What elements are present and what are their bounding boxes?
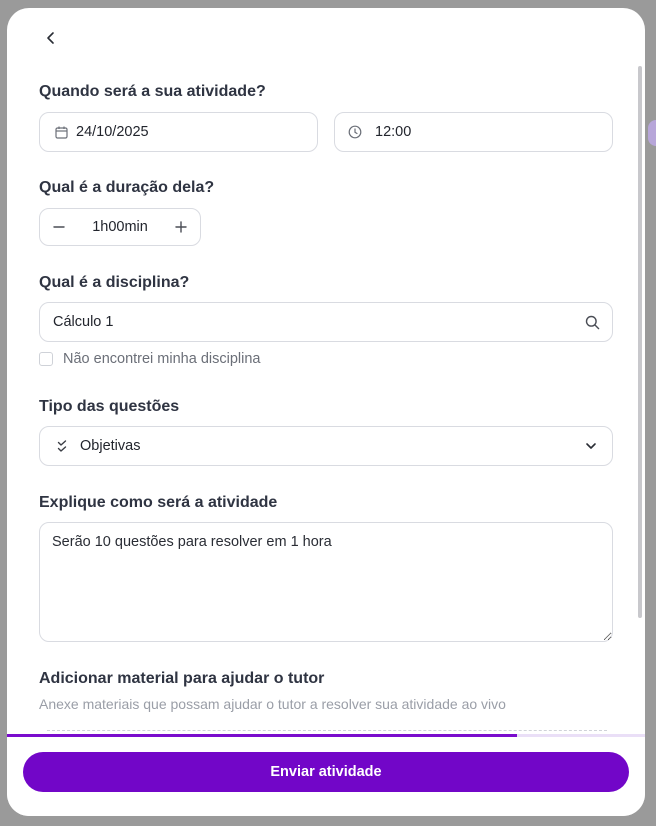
time-value: 12:00 [375, 124, 412, 140]
material-subtitle: Anexe materiais que possam ajudar o tuto… [39, 696, 506, 712]
subject-title: Qual é a disciplina? [39, 274, 190, 291]
clock-icon [347, 125, 363, 139]
date-field[interactable]: 24/10/2025 [39, 112, 318, 152]
minus-icon[interactable] [50, 218, 68, 236]
duration-title: Qual é a duração dela? [39, 179, 215, 196]
subject-not-found-label: Não encontrei minha disciplina [63, 351, 261, 367]
subject-not-found-checkbox[interactable] [39, 352, 53, 366]
material-title: Adicionar material para ajudar o tutor [39, 670, 325, 687]
double-check-icon [54, 439, 70, 453]
question-type-value: Objetivas [80, 438, 141, 454]
when-title: Quando será a sua atividade? [39, 83, 266, 100]
explain-title: Explique como será a atividade [39, 494, 278, 511]
question-type-select[interactable]: Objetivas [39, 426, 613, 466]
calendar-icon [53, 126, 69, 139]
subject-search-input[interactable]: Cálculo 1 [39, 302, 613, 342]
date-value: 24/10/2025 [76, 124, 149, 140]
duration-value: 1h00min [92, 219, 148, 235]
progress-bar-fill [7, 734, 518, 737]
duration-stepper: 1h00min [39, 208, 201, 246]
progress-bar [7, 734, 645, 737]
back-button[interactable] [39, 26, 63, 50]
time-field[interactable]: 12:00 [334, 112, 613, 152]
question-type-title: Tipo das questões [39, 398, 180, 415]
activity-modal: Quando será a sua atividade? 24/10/2025 … [7, 8, 645, 816]
chevron-down-icon [583, 440, 599, 452]
chevron-left-icon [44, 31, 58, 45]
explain-textarea[interactable]: Serão 10 questões para resolver em 1 hor… [39, 522, 613, 642]
scrollbar[interactable] [638, 66, 642, 618]
background-accent [648, 120, 656, 146]
subject-value: Cálculo 1 [53, 314, 114, 330]
submit-activity-button[interactable]: Enviar atividade [23, 752, 629, 792]
search-icon[interactable] [584, 315, 600, 330]
modal-scroll-area[interactable]: Quando será a sua atividade? 24/10/2025 … [7, 8, 645, 734]
plus-icon[interactable] [172, 218, 190, 236]
